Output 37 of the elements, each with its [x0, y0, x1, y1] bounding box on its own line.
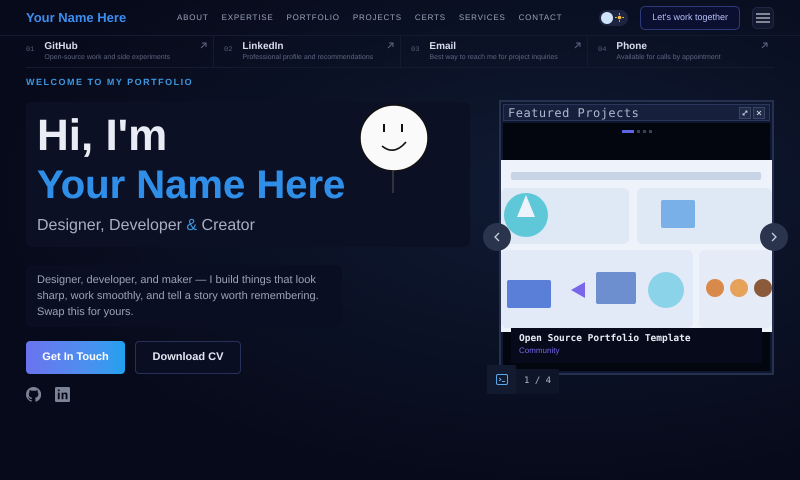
- theme-toggle[interactable]: [599, 10, 628, 26]
- nav-link[interactable]: PORTFOLIO: [286, 12, 340, 24]
- arrow-icon: [761, 42, 768, 49]
- nav-link[interactable]: ABOUT: [177, 12, 209, 24]
- expand-button[interactable]: [739, 106, 751, 118]
- chevron-left-icon: [494, 232, 500, 242]
- window-title: Featured Projects: [508, 104, 640, 122]
- nav-link[interactable]: PROJECTS: [352, 12, 402, 24]
- nav-link[interactable]: EXPERTISE: [222, 12, 274, 24]
- cta-button[interactable]: Let's work together: [640, 6, 740, 30]
- sun-icon: [615, 13, 624, 22]
- chevron-right-icon: [771, 232, 777, 242]
- github-icon[interactable]: [26, 386, 41, 402]
- terminal-button[interactable]: [487, 365, 516, 394]
- slide-counter: 1 / 4: [516, 369, 560, 394]
- eyebrow-text: WELCOME TO MY PORTFOLIO: [26, 76, 194, 89]
- close-button[interactable]: [753, 106, 765, 118]
- menu-icon: [756, 12, 770, 22]
- category-label: Community: [519, 345, 560, 357]
- arrow-icon: [387, 42, 394, 49]
- caption-title: Open Source Portfolio Template: [519, 333, 692, 345]
- nav-link[interactable]: CERTS: [414, 12, 446, 24]
- arrow-icon: [200, 42, 207, 49]
- arrow-icon: [574, 42, 581, 49]
- previous-button[interactable]: [483, 223, 511, 251]
- tagline-text: Designer, Developer & Creator: [37, 216, 255, 236]
- expand-icon: [742, 110, 748, 116]
- linkedin-icon[interactable]: [55, 386, 70, 402]
- nav-link[interactable]: CONTACT: [518, 12, 562, 24]
- terminal-icon: [496, 374, 508, 385]
- close-icon: [756, 110, 762, 116]
- nav-link[interactable]: SERVICES: [458, 12, 506, 24]
- greeting-heading: Hi, I'm: [37, 110, 168, 162]
- download-button[interactable]: Download CV: [135, 340, 241, 374]
- menu-button[interactable]: [752, 6, 774, 28]
- next-button[interactable]: [760, 223, 788, 251]
- bio-text: Designer, developer, and maker — I build things that look sharp, work smoothly, and tell a story worth remembering. Swap this for yours.: [26, 264, 342, 326]
